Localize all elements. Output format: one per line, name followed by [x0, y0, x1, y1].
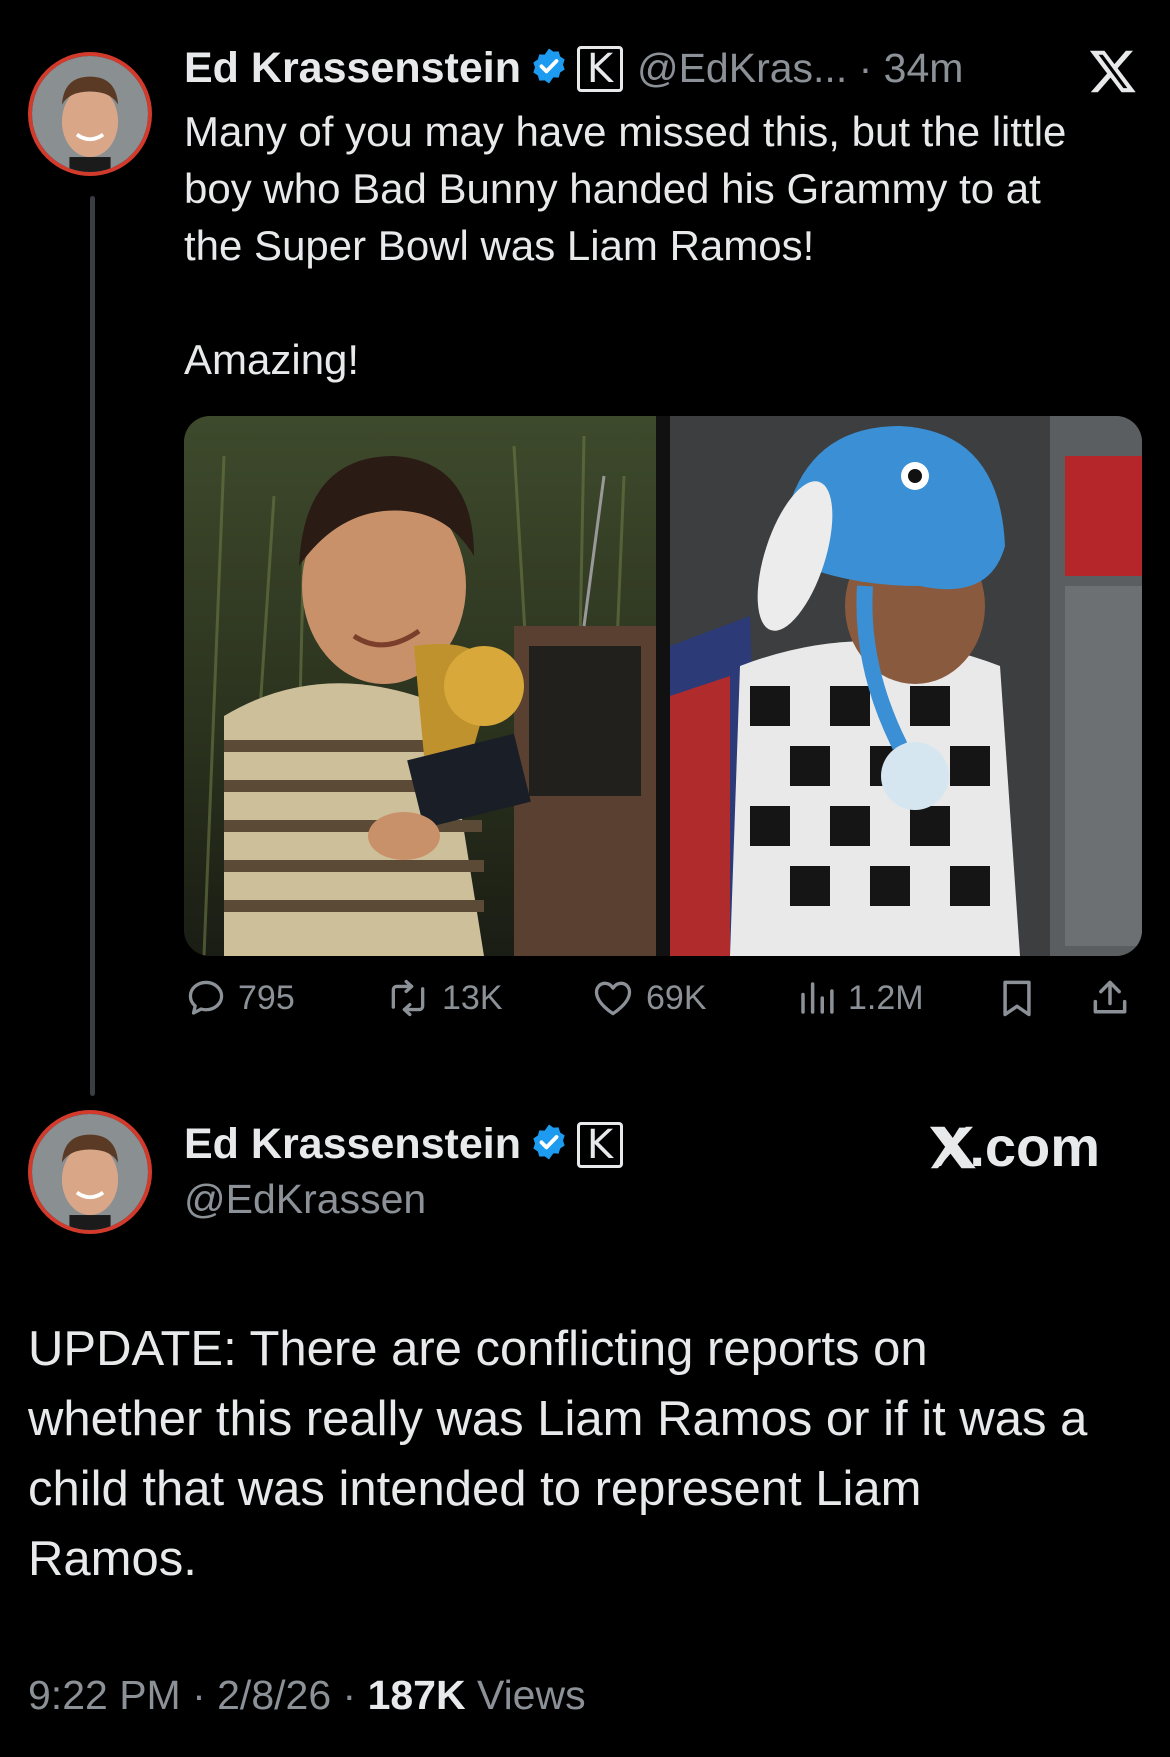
repost-button[interactable]: 13K	[384, 976, 503, 1020]
handle-and-time[interactable]: @EdKras... · 34m	[637, 45, 963, 92]
author-name[interactable]: Ed Krassenstein	[184, 44, 521, 93]
site-watermark: X.com	[928, 1114, 1100, 1179]
author-name[interactable]: Ed Krassenstein	[184, 1120, 521, 1169]
author-handle[interactable]: @EdKrassen	[184, 1176, 426, 1223]
post-text-line: boy who Bad Bunny handed his Grammy to a…	[184, 165, 1041, 212]
post-text-line: UPDATE: There are conflicting reports on	[28, 1322, 928, 1376]
repost-count: 13K	[442, 978, 503, 1017]
verified-badge-icon	[529, 46, 569, 91]
post-header: Ed Krassenstein K	[184, 1120, 623, 1169]
post-media-grid[interactable]	[184, 416, 1142, 956]
post-text-line: the Super Bowl was Liam Ramos!	[184, 222, 815, 269]
share-button[interactable]	[1088, 976, 1132, 1020]
verified-badge-icon	[529, 1122, 569, 1167]
post-text-line: Ramos.	[28, 1532, 197, 1586]
like-button[interactable]: 69K	[590, 976, 707, 1020]
views-count: 187K	[367, 1672, 466, 1718]
media-image-boy-with-grammy[interactable]	[184, 416, 656, 956]
bookmark-icon	[1003, 980, 1031, 1017]
author-avatar[interactable]	[28, 1110, 152, 1234]
analytics-icon	[801, 982, 834, 1014]
author-avatar[interactable]	[28, 52, 152, 176]
k-affiliate-badge-icon: K	[576, 1121, 623, 1168]
bookmark-button[interactable]	[995, 976, 1039, 1020]
post-text: Many of you may have missed this, but th…	[184, 103, 1144, 388]
reply-icon	[188, 980, 224, 1015]
post-text-line: Many of you may have missed this, but th…	[184, 108, 1067, 155]
views-count: 1.2M	[848, 978, 924, 1017]
thread-connector-line	[90, 196, 95, 1096]
post-text-line: whether this really was Liam Ramos or if…	[28, 1392, 1088, 1446]
repost-icon	[391, 979, 425, 1017]
post-text-line: child that was intended to represent Lia…	[28, 1462, 922, 1516]
like-count: 69K	[646, 978, 707, 1017]
site-label: X.com	[932, 1115, 1101, 1178]
reply-count: 795	[238, 978, 295, 1017]
heart-icon	[594, 981, 632, 1016]
post-timestamp[interactable]: 9:22 PM · 2/8/26 ·	[28, 1672, 368, 1718]
reply-button[interactable]: 795	[184, 976, 295, 1020]
x-logo-icon	[1088, 46, 1138, 101]
k-affiliate-badge-icon: K	[576, 45, 623, 92]
post-header: Ed Krassenstein K @EdKras... · 34m	[184, 44, 963, 93]
views-button[interactable]: 1.2M	[796, 976, 924, 1020]
share-icon	[1093, 980, 1127, 1014]
post-meta: 9:22 PM · 2/8/26 · 187K Views	[28, 1672, 586, 1719]
views-label: Views	[465, 1672, 586, 1718]
media-image-child-in-hat[interactable]	[670, 416, 1142, 956]
post-text: UPDATE: There are conflicting reports on…	[28, 1314, 1158, 1594]
post-text-line: Amazing!	[184, 336, 360, 383]
